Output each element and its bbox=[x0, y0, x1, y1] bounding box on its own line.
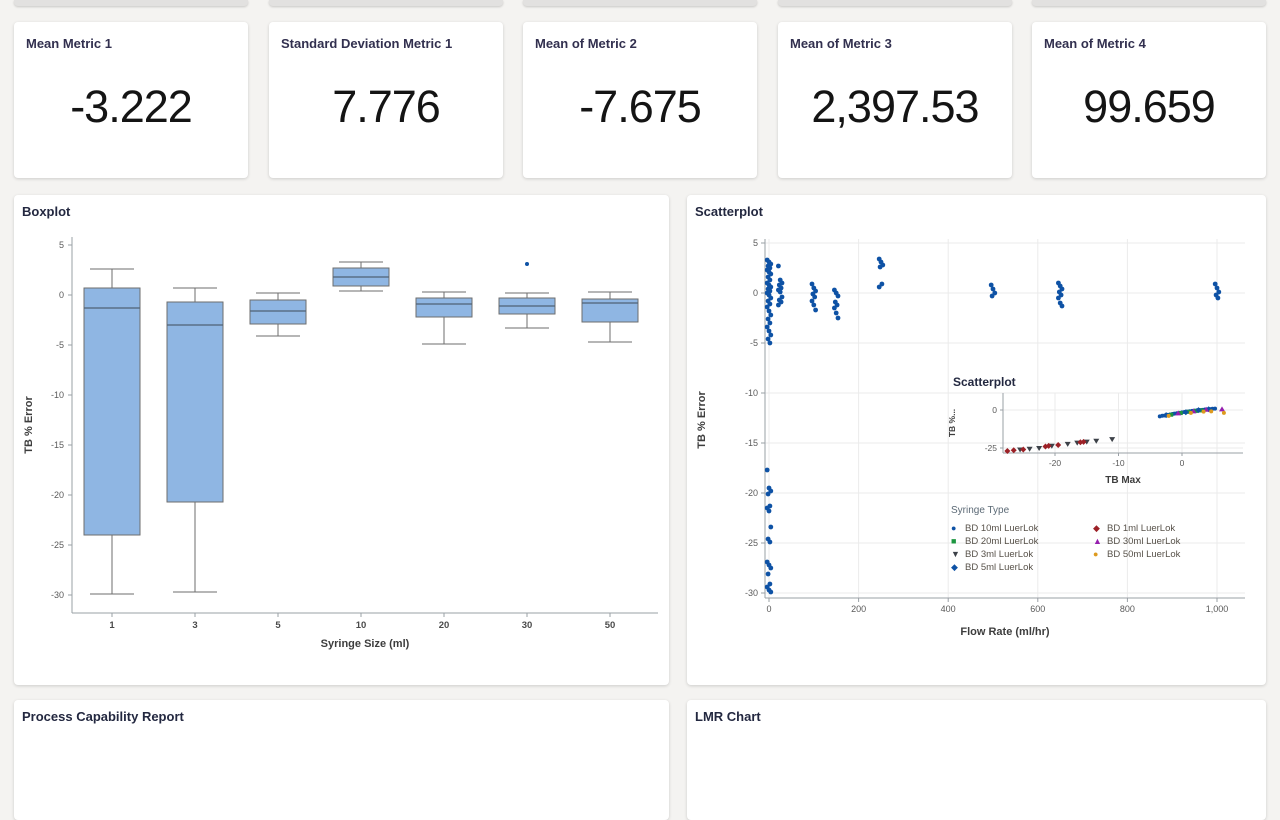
boxplot-panel[interactable]: 50-5-10-15-20-25-3013510203050TB % Error… bbox=[14, 195, 669, 685]
legend-label: BD 50ml LuerLok bbox=[1107, 549, 1180, 560]
svg-text:-25: -25 bbox=[51, 540, 64, 550]
svg-text:200: 200 bbox=[851, 604, 866, 614]
svg-text:-5: -5 bbox=[750, 338, 758, 348]
svg-text:-30: -30 bbox=[745, 588, 758, 598]
metric-value: 2,397.53 bbox=[778, 81, 1012, 133]
legend-label: BD 5ml LuerLok bbox=[965, 562, 1033, 573]
clipped-card-edge bbox=[1032, 0, 1266, 6]
metric-label: Mean of Metric 3 bbox=[778, 22, 1012, 51]
svg-text:0: 0 bbox=[1180, 458, 1185, 468]
diamond-icon: ◆ bbox=[1093, 523, 1107, 533]
scatterplot-panel-title: Scatterplot bbox=[695, 204, 763, 219]
legend-item: ◆BD 5ml LuerLok bbox=[951, 561, 1083, 573]
svg-text:30: 30 bbox=[522, 620, 533, 631]
svg-text:0: 0 bbox=[766, 604, 771, 614]
boxplot-panel-title: Boxplot bbox=[22, 204, 70, 219]
metric-card-mean-metric-3[interactable]: Mean of Metric 3 2,397.53 bbox=[778, 22, 1012, 178]
legend-label: BD 10ml LuerLok bbox=[965, 523, 1038, 534]
svg-text:1,000: 1,000 bbox=[1206, 604, 1229, 614]
svg-text:-25: -25 bbox=[745, 538, 758, 548]
legend-column: ◆BD 1ml LuerLok▲BD 30ml LuerLok●BD 50ml … bbox=[1093, 522, 1180, 573]
clipped-card-edge bbox=[778, 0, 1012, 6]
svg-text:3: 3 bbox=[192, 620, 197, 631]
legend-item: ●BD 10ml LuerLok bbox=[951, 522, 1083, 534]
legend-label: BD 1ml LuerLok bbox=[1107, 523, 1175, 534]
legend-label: BD 30ml LuerLok bbox=[1107, 536, 1180, 547]
metric-label: Mean Metric 1 bbox=[14, 22, 248, 51]
metric-value: 7.776 bbox=[269, 81, 503, 133]
lmr-chart-title: LMR Chart bbox=[695, 709, 761, 724]
svg-text:TB Max: TB Max bbox=[1105, 475, 1141, 486]
triangle-down-icon: ▼ bbox=[951, 549, 965, 559]
svg-text:-10: -10 bbox=[745, 388, 758, 398]
svg-text:-20: -20 bbox=[51, 490, 64, 500]
svg-text:TB %...: TB %... bbox=[947, 409, 957, 437]
circle-icon: ● bbox=[1093, 549, 1107, 559]
metric-card-mean-metric-2[interactable]: Mean of Metric 2 -7.675 bbox=[523, 22, 757, 178]
legend-item: ●BD 50ml LuerLok bbox=[1093, 548, 1180, 560]
svg-text:5: 5 bbox=[753, 238, 758, 248]
triangle-up-icon: ▲ bbox=[1093, 536, 1107, 546]
svg-text:-30: -30 bbox=[51, 590, 64, 600]
legend-item: ◆BD 1ml LuerLok bbox=[1093, 522, 1180, 534]
metric-card-mean-metric-4[interactable]: Mean of Metric 4 99.659 bbox=[1032, 22, 1266, 178]
clipped-card-edge bbox=[523, 0, 757, 6]
svg-text:20: 20 bbox=[439, 620, 450, 631]
svg-text:Syringe Size (ml): Syringe Size (ml) bbox=[321, 638, 410, 650]
svg-text:1: 1 bbox=[109, 620, 115, 631]
process-capability-title: Process Capability Report bbox=[22, 709, 184, 724]
legend-item: ▼BD 3ml LuerLok bbox=[951, 548, 1083, 560]
metric-label: Mean of Metric 2 bbox=[523, 22, 757, 51]
legend-label: BD 20ml LuerLok bbox=[965, 536, 1038, 547]
svg-text:50: 50 bbox=[605, 620, 616, 631]
metric-value: -7.675 bbox=[523, 81, 757, 133]
clipped-card-edge bbox=[269, 0, 503, 6]
svg-text:0: 0 bbox=[753, 288, 758, 298]
svg-text:-15: -15 bbox=[745, 438, 758, 448]
svg-text:-20: -20 bbox=[1049, 458, 1062, 468]
scatterplot-panel[interactable]: 5 0 -5 -10 -15 -20 -25 -30 0 200 400 600 800 1,000 TB … bbox=[687, 195, 1266, 685]
metric-card-mean-metric-1[interactable]: Mean Metric 1 -3.222 bbox=[14, 22, 248, 178]
svg-text:10: 10 bbox=[356, 620, 367, 631]
metric-value: 99.659 bbox=[1032, 81, 1266, 133]
svg-text:5: 5 bbox=[59, 240, 64, 250]
square-icon: ■ bbox=[951, 536, 965, 546]
clipped-card-edge bbox=[14, 0, 248, 6]
legend-title: Syringe Type bbox=[951, 505, 1261, 516]
svg-text:-5: -5 bbox=[56, 340, 64, 350]
svg-text:0: 0 bbox=[59, 290, 64, 300]
svg-text:-10: -10 bbox=[1112, 458, 1125, 468]
diamond-icon: ◆ bbox=[951, 562, 965, 572]
svg-text:600: 600 bbox=[1030, 604, 1045, 614]
svg-text:Scatterplot: Scatterplot bbox=[953, 375, 1016, 389]
svg-text:TB % Error: TB % Error bbox=[23, 396, 35, 454]
svg-text:0: 0 bbox=[992, 405, 997, 415]
svg-text:Flow Rate (ml/hr): Flow Rate (ml/hr) bbox=[960, 626, 1050, 638]
legend-item: ▲BD 30ml LuerLok bbox=[1093, 535, 1180, 547]
metric-value: -3.222 bbox=[14, 81, 248, 133]
svg-text:TB % Error: TB % Error bbox=[696, 391, 708, 449]
svg-text:-25: -25 bbox=[985, 443, 998, 453]
metric-label: Standard Deviation Metric 1 bbox=[269, 22, 503, 51]
circle-icon: ● bbox=[951, 523, 965, 533]
scatterplot-chart: 5 0 -5 -10 -15 -20 -25 -30 0 200 400 600 800 1,000 TB … bbox=[687, 195, 1266, 685]
legend-column: ●BD 10ml LuerLok■BD 20ml LuerLok▼BD 3ml … bbox=[951, 522, 1083, 573]
metric-label: Mean of Metric 4 bbox=[1032, 22, 1266, 51]
boxplot-chart: 50-5-10-15-20-25-3013510203050TB % Error… bbox=[14, 195, 669, 685]
process-capability-panel[interactable]: Process Capability Report bbox=[14, 700, 669, 820]
svg-text:-15: -15 bbox=[51, 440, 64, 450]
legend-label: BD 3ml LuerLok bbox=[965, 549, 1033, 560]
svg-text:400: 400 bbox=[941, 604, 956, 614]
metric-card-stdev-metric-1[interactable]: Standard Deviation Metric 1 7.776 bbox=[269, 22, 503, 178]
legend-columns: ●BD 10ml LuerLok■BD 20ml LuerLok▼BD 3ml … bbox=[951, 522, 1261, 573]
svg-text:-20: -20 bbox=[745, 488, 758, 498]
legend-item: ■BD 20ml LuerLok bbox=[951, 535, 1083, 547]
scatter-legend: Syringe Type ●BD 10ml LuerLok■BD 20ml Lu… bbox=[951, 505, 1261, 573]
svg-text:-10: -10 bbox=[51, 390, 64, 400]
svg-text:800: 800 bbox=[1120, 604, 1135, 614]
svg-text:5: 5 bbox=[275, 620, 281, 631]
lmr-chart-panel[interactable]: LMR Chart bbox=[687, 700, 1266, 820]
